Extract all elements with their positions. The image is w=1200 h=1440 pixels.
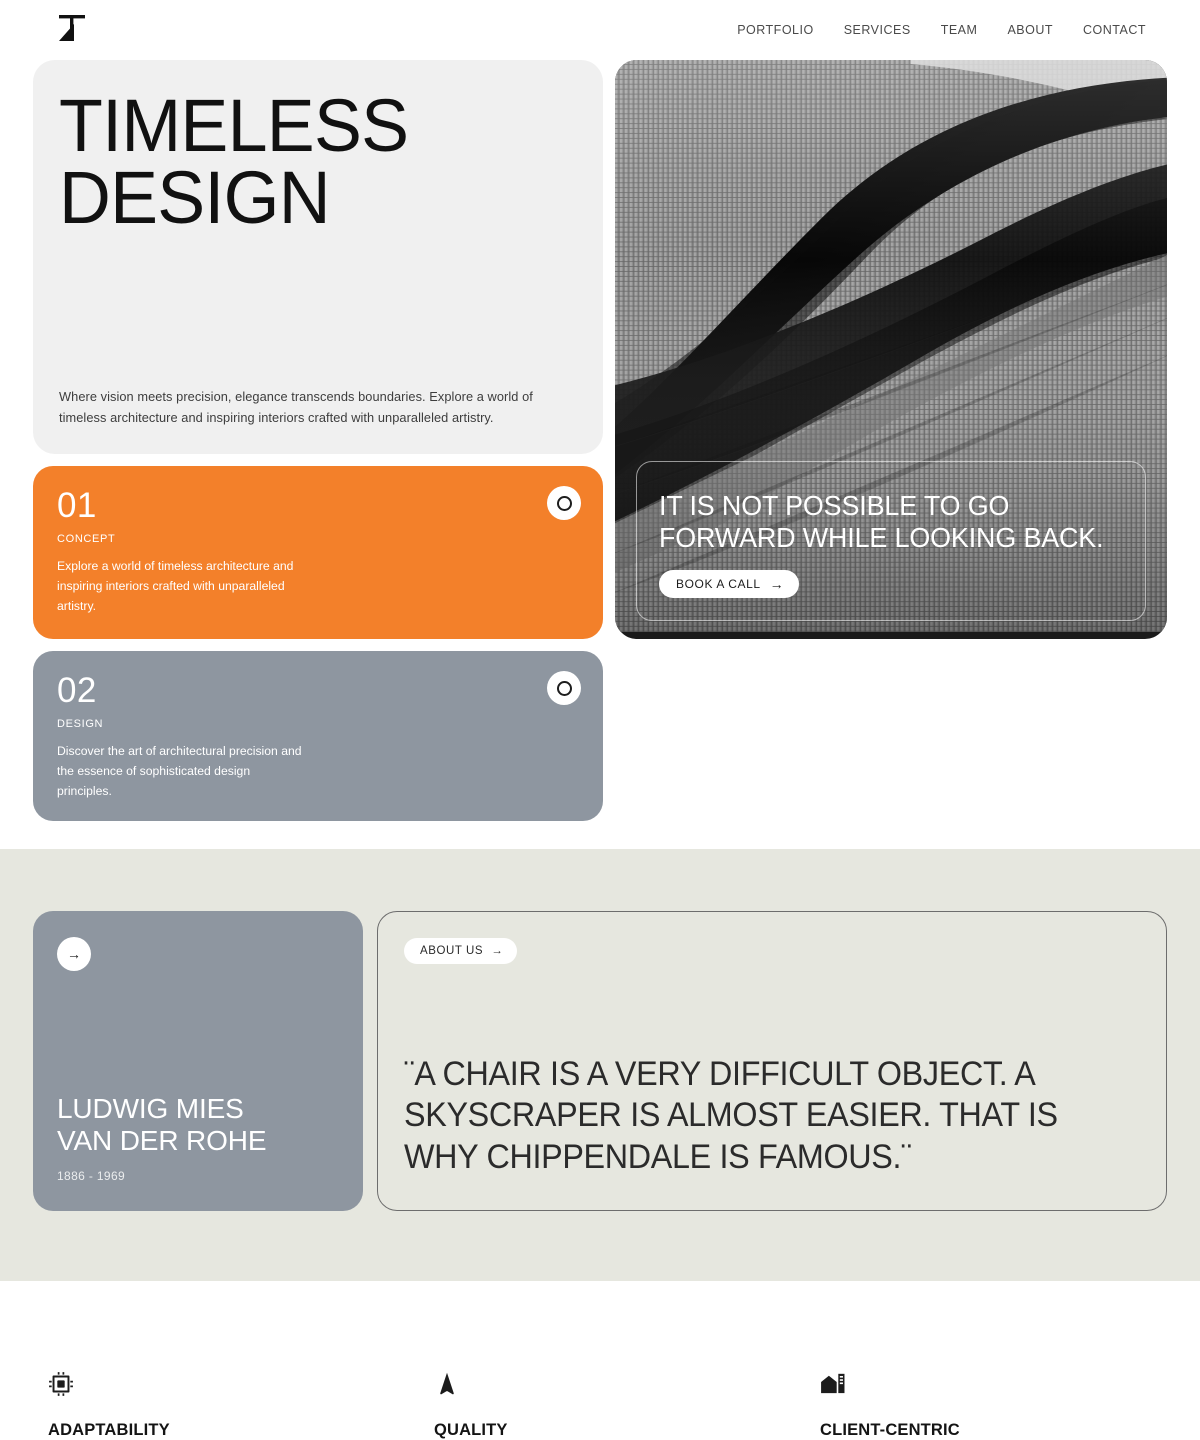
logo-icon[interactable] (48, 10, 92, 50)
architect-years: 1886 - 1969 (57, 1169, 126, 1184)
navigation-arrow-icon (434, 1371, 460, 1397)
hero-overlay-quote-line-2: FORWARD WHILE LOOKING BACK. (659, 521, 1104, 553)
architect-card[interactable]: → LUDWIG MIES VAN DER ROHE 1886 - 1969 (33, 911, 363, 1212)
hero-card-design-number: 02 (57, 671, 97, 710)
architect-name: LUDWIG MIES VAN DER ROHE (57, 1093, 339, 1156)
arrow-right-icon: → (67, 946, 81, 963)
page-title: TIMELESS DESIGN (59, 89, 561, 235)
hero-section: TIMELESS DESIGN Where vision meets preci… (0, 60, 1200, 850)
hero-card-design-label: DESIGN (57, 718, 104, 730)
hero-card-design-head: 02 (57, 671, 581, 710)
architect-card-arrow-button[interactable]: → (57, 937, 91, 972)
hero-card-concept[interactable]: 01 CONCEPT Explore a world of timeless a… (33, 466, 603, 639)
hero-overlay-quote: IT IS NOT POSSIBLE TO GO FORWARD WHILE L… (659, 490, 1104, 553)
site-header: PORTFOLIO SERVICES TEAM ABOUT CONTACT (0, 0, 1200, 60)
nav-item-portfolio[interactable]: PORTFOLIO (737, 23, 814, 37)
nav-item-about[interactable]: ABOUT (1007, 23, 1053, 37)
feature-client-centric-title: CLIENT-CENTRIC (820, 1421, 960, 1440)
architect-name-line-1: LUDWIG MIES (57, 1093, 244, 1125)
page-root: PORTFOLIO SERVICES TEAM ABOUT CONTACT TI… (0, 0, 1200, 1440)
hero-title-line-2: DESIGN (59, 155, 331, 239)
hero-overlay-quote-line-1: IT IS NOT POSSIBLE TO GO (659, 490, 1010, 522)
hero-image: IT IS NOT POSSIBLE TO GO FORWARD WHILE L… (615, 60, 1167, 639)
hero-cta-wrap: BOOK A CALL → (659, 570, 1123, 598)
hero-card-design[interactable]: 02 DESIGN Discover the art of architectu… (33, 651, 603, 822)
about-us-button[interactable]: ABOUT US → (404, 938, 518, 965)
nav-item-team[interactable]: TEAM (941, 23, 978, 37)
hero-subtitle: Where vision meets precision, elegance t… (59, 388, 533, 425)
book-a-call-label: BOOK A CALL (676, 577, 761, 591)
about-us-label: ABOUT US (420, 945, 484, 958)
architect-card-body: LUDWIG MIES VAN DER ROHE 1886 - 1969 (57, 1093, 339, 1183)
quote-card: ABOUT US → ¨A CHAIR IS A VERY DIFFICULT … (377, 911, 1167, 1212)
feature-adaptability-title: ADAPTABILITY (48, 1421, 170, 1440)
feature-quality-title: QUALITY (434, 1421, 508, 1440)
architect-quote: ¨A CHAIR IS A VERY DIFFICULT OBJECT. A S… (404, 1054, 1058, 1176)
quote-section: → LUDWIG MIES VAN DER ROHE 1886 - 1969 A… (0, 849, 1200, 1282)
hero-intro-card: TIMELESS DESIGN Where vision meets preci… (33, 60, 603, 454)
feature-adaptability: ADAPTABILITY Embracing change, our desig… (48, 1371, 380, 1440)
hero-overlay-card: IT IS NOT POSSIBLE TO GO FORWARD WHILE L… (636, 461, 1146, 621)
hero-card-concept-number: 01 (57, 486, 97, 525)
hero-card-concept-label: CONCEPT (57, 533, 116, 545)
book-a-call-button[interactable]: BOOK A CALL → (659, 570, 800, 598)
feature-quality: QUALITY Crafted with precision, our comm… (434, 1371, 766, 1440)
nav-item-services[interactable]: SERVICES (844, 23, 911, 37)
hero-card-concept-description: Explore a world of timeless architecture… (57, 559, 294, 613)
feature-client-centric: CLIENT-CENTRIC Placing your vision at th… (820, 1371, 1152, 1440)
circle-marker-icon (547, 671, 581, 705)
cpu-chip-icon (48, 1371, 74, 1397)
features-section: ADAPTABILITY Embracing change, our desig… (0, 1281, 1200, 1440)
hero-title-line-1: TIMELESS (59, 84, 409, 167)
nav-item-contact[interactable]: CONTACT (1083, 23, 1146, 37)
arrow-right-icon: → (769, 576, 785, 592)
architect-name-line-2: VAN DER ROHE (57, 1124, 267, 1156)
hero-card-concept-head: 01 (57, 486, 581, 525)
hero-card-design-description: Discover the art of architectural precis… (57, 744, 302, 798)
main-navigation[interactable]: PORTFOLIO SERVICES TEAM ABOUT CONTACT (737, 23, 1146, 37)
arrow-right-icon: → (491, 945, 504, 958)
circle-marker-icon (547, 486, 581, 520)
house-building-icon (820, 1371, 846, 1397)
